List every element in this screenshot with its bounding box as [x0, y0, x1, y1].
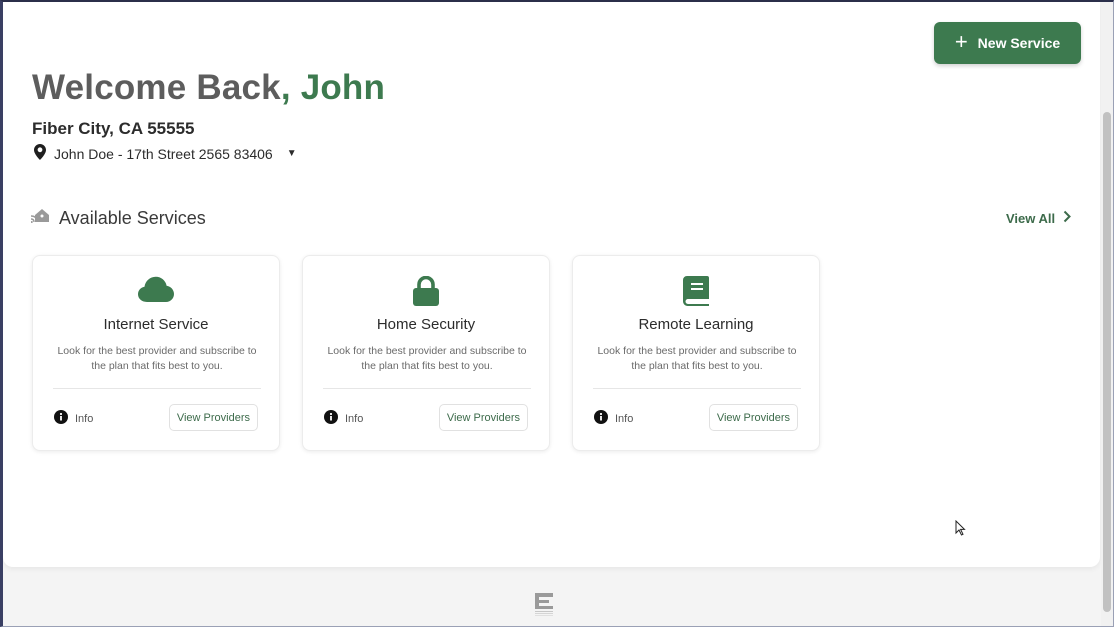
view-providers-button[interactable]: View Providers [168, 404, 258, 431]
service-card-home-security: Home Security Look for the best provider… [302, 255, 550, 451]
address-selector[interactable]: John Doe - 17th Street 2565 83406 ▼ [34, 144, 297, 163]
address-label: John Doe - 17th Street 2565 83406 [54, 145, 273, 162]
card-description: Look for the best provider and subscribe… [57, 345, 257, 372]
chevron-right-icon [1063, 210, 1072, 226]
info-icon [324, 410, 338, 427]
info-icon [594, 410, 608, 427]
view-providers-button[interactable]: View Providers [708, 404, 798, 431]
map-pin-icon [34, 144, 46, 163]
card-description: Look for the best provider and subscribe… [597, 345, 797, 372]
plus-icon: + [954, 29, 968, 54]
cloud-icon [138, 276, 174, 307]
info-label: Info [615, 412, 634, 425]
welcome-comma: , [280, 68, 301, 107]
scrollbar-thumb[interactable] [1103, 112, 1111, 612]
info-link[interactable]: Info [54, 410, 93, 427]
view-all-label: View All [1006, 210, 1056, 226]
service-card-internet: Internet Service Look for the best provi… [32, 255, 280, 451]
info-link[interactable]: Info [594, 410, 633, 427]
book-icon [683, 276, 709, 311]
lock-icon [413, 275, 439, 311]
card-title: Remote Learning [638, 316, 754, 333]
city-label: Fiber City, CA 55555 [32, 119, 195, 138]
card-divider [323, 388, 531, 389]
welcome-prefix: Welcome Back [32, 68, 281, 107]
card-title: Home Security [376, 316, 476, 333]
new-service-button[interactable]: + New Service [934, 22, 1081, 64]
info-icon [54, 410, 68, 427]
user-name: John [300, 68, 386, 107]
info-label: Info [75, 412, 94, 425]
info-label: Info [345, 412, 364, 425]
section-title: Available Services [59, 208, 206, 228]
view-all-link[interactable]: View All [1006, 210, 1072, 226]
info-link[interactable]: Info [324, 410, 363, 427]
card-title: Internet Service [103, 316, 209, 333]
welcome-heading: Welcome Back, John [32, 68, 385, 108]
card-divider [593, 388, 801, 389]
caret-down-icon: ▼ [286, 148, 297, 159]
vertical-scrollbar[interactable] [1101, 2, 1113, 626]
new-service-label: New Service [977, 35, 1061, 51]
view-providers-button[interactable]: View Providers [438, 404, 528, 431]
footer-logo-icon [535, 593, 555, 622]
card-description: Look for the best provider and subscribe… [327, 345, 527, 372]
available-services-header: Available Services [30, 207, 206, 230]
service-card-remote-learning: Remote Learning Look for the best provid… [572, 255, 820, 451]
smart-home-icon [30, 207, 51, 230]
card-divider [53, 388, 261, 389]
mouse-cursor-icon [955, 519, 966, 541]
